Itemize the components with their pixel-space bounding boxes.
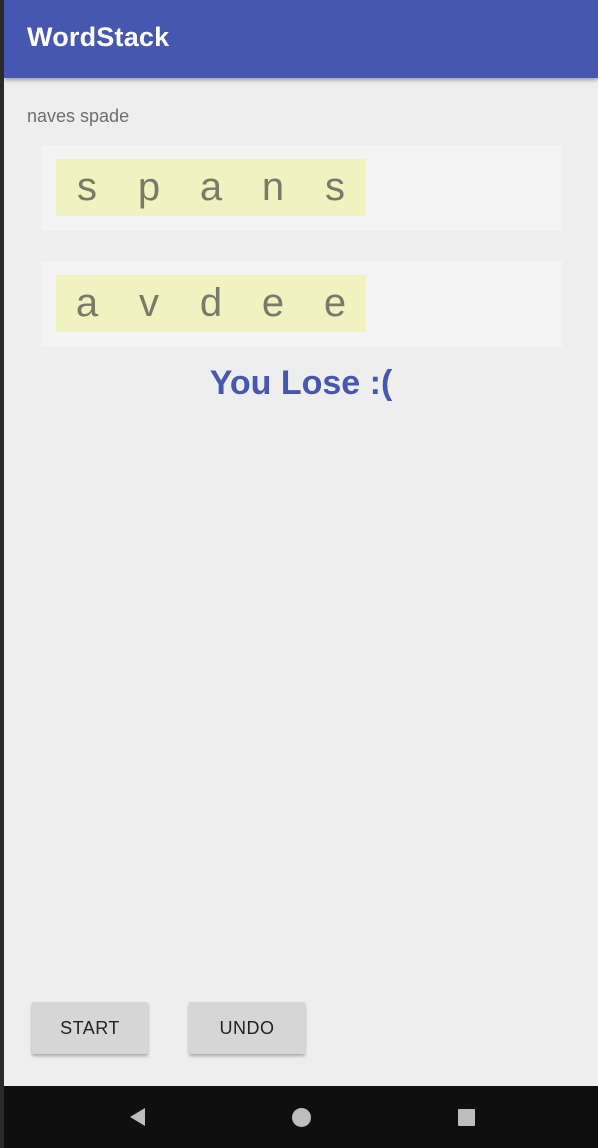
app-bar: WordStack: [4, 0, 598, 78]
home-button[interactable]: [271, 1086, 331, 1148]
stack-area-1[interactable]: s p a n s: [41, 145, 562, 231]
letter-tile[interactable]: v: [118, 275, 180, 332]
stack-area-2[interactable]: a v d e e: [41, 261, 562, 347]
letter-tile[interactable]: n: [242, 159, 304, 216]
letter-tile[interactable]: s: [304, 159, 366, 216]
letter-tiles-1[interactable]: s p a n s: [56, 159, 366, 216]
letter-tile[interactable]: a: [56, 275, 118, 332]
letter-tile[interactable]: e: [242, 275, 304, 332]
recents-icon: [457, 1108, 475, 1126]
letter-tile[interactable]: a: [180, 159, 242, 216]
letter-tile[interactable]: p: [118, 159, 180, 216]
start-button[interactable]: START: [32, 1002, 148, 1054]
back-icon: [129, 1108, 145, 1126]
letter-tile[interactable]: d: [180, 275, 242, 332]
letter-tiles-2[interactable]: a v d e e: [56, 275, 366, 332]
undo-button[interactable]: UNDO: [189, 1002, 305, 1054]
recents-button[interactable]: [436, 1086, 496, 1148]
result-message: You Lose :(: [209, 364, 393, 402]
word-hint: naves spade: [27, 106, 130, 126]
letter-tile[interactable]: e: [304, 275, 366, 332]
system-nav-bar: [4, 1086, 598, 1148]
app-title: WordStack: [27, 22, 170, 52]
back-button[interactable]: [107, 1086, 167, 1148]
app-screen: WordStack naves spade s p a n s a v d e …: [4, 0, 598, 1148]
letter-tile[interactable]: s: [56, 159, 118, 216]
home-icon: [291, 1107, 311, 1127]
